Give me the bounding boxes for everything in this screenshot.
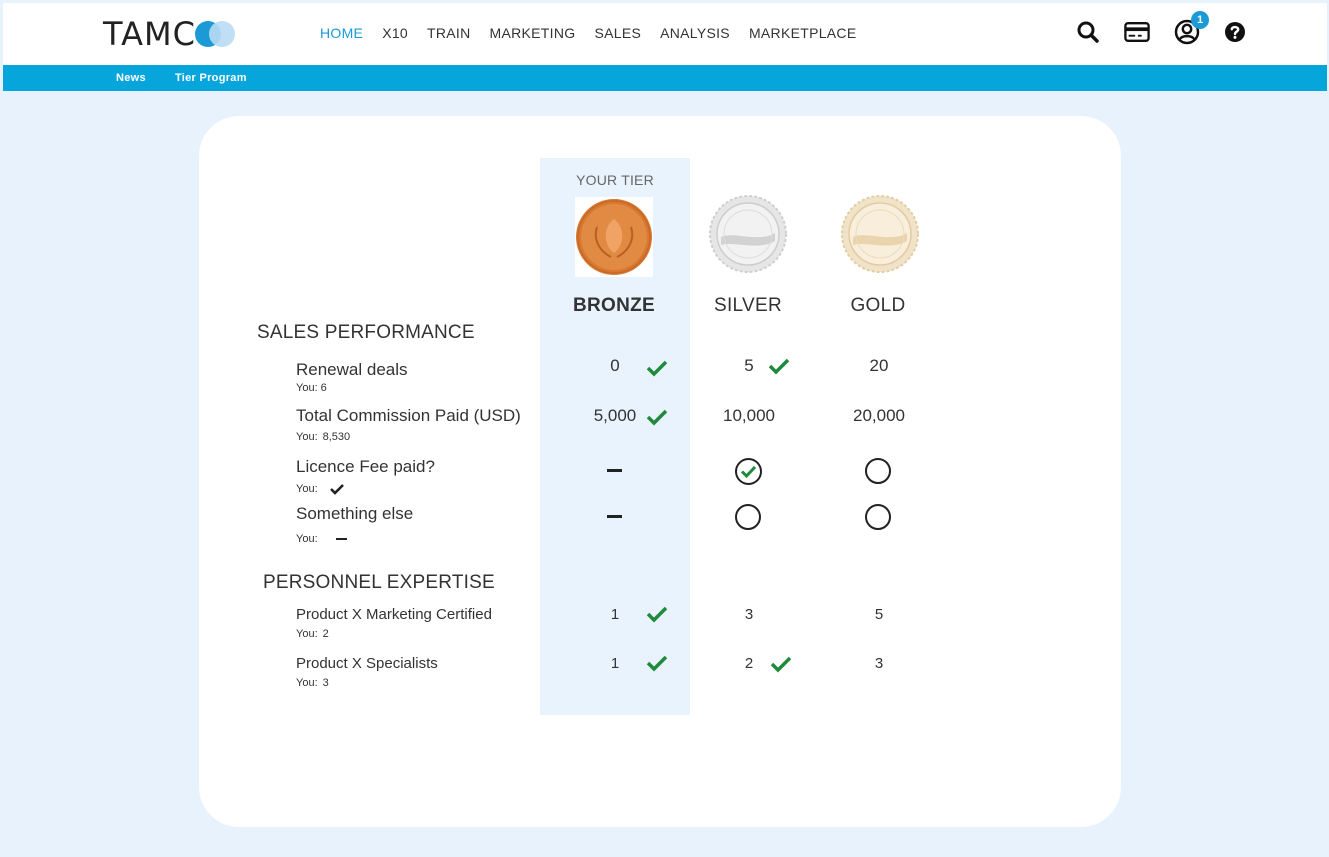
row-label-something-else: Something else [296, 504, 414, 523]
help-icon[interactable] [1222, 19, 1248, 45]
logo-circles-icon [194, 20, 239, 48]
you-value: 2 [322, 628, 329, 640]
check-met-icon [646, 409, 668, 426]
row-label-licence-fee: Licence Fee paid? [296, 457, 435, 476]
tamc-logo[interactable]: TAMC [103, 15, 239, 53]
row-label-specialists: Product X Specialists [296, 655, 438, 672]
you-label: You: [296, 382, 318, 394]
check-met-icon [770, 656, 792, 673]
you-value: 8,530 [322, 431, 351, 443]
notification-badge: 1 [1191, 11, 1209, 29]
row-label-total-commission: Total Commission Paid (USD) [296, 406, 521, 425]
you-value-total-commission: You: 8,530 [296, 431, 350, 443]
sub-navigation-bar: News Tier Program [3, 65, 1327, 91]
cell-commission-silver: 10,000 [723, 406, 775, 425]
cell-specialists-gold: 3 [874, 655, 884, 672]
silver-medal-icon [709, 195, 787, 278]
subnav-news[interactable]: News [116, 72, 146, 84]
you-value-renewal-deals: You: 6 [296, 382, 327, 394]
you-label: You: [296, 483, 318, 495]
check-met-icon [646, 606, 668, 623]
nav-sales[interactable]: SALES [594, 25, 641, 41]
you-value: 3 [322, 677, 329, 689]
nav-marketing[interactable]: MARKETING [490, 25, 576, 41]
user-account-icon[interactable]: 1 [1174, 11, 1209, 45]
top-navigation-bar: TAMC HOME X10 TRAIN MARKETING SALES ANAL… [3, 3, 1327, 65]
nav-x10[interactable]: X10 [382, 25, 408, 41]
you-value-something-else: You: [296, 533, 347, 545]
section-title-sales-performance: SALES PERFORMANCE [257, 322, 475, 343]
you-value: 6 [320, 382, 327, 394]
not-required-dash-icon [607, 515, 622, 518]
nav-train[interactable]: TRAIN [427, 25, 471, 41]
tier-name-silver: SILVER [714, 295, 782, 316]
cell-commission-gold: 20,000 [853, 406, 905, 425]
section-title-personnel-expertise: PERSONNEL EXPERTISE [263, 572, 495, 593]
your-tier-label: YOUR TIER [576, 172, 654, 188]
search-icon[interactable] [1075, 19, 1101, 45]
you-label: You: [296, 533, 318, 545]
bronze-medal-icon [575, 197, 653, 282]
check-met-icon [768, 358, 790, 375]
row-label-renewal-deals: Renewal deals [296, 360, 408, 379]
you-value-licence-fee: You: [296, 483, 344, 495]
subnav-tier-program[interactable]: Tier Program [175, 72, 247, 84]
cell-marketing-silver: 3 [744, 606, 754, 623]
main-navigation: HOME X10 TRAIN MARKETING SALES ANALYSIS … [320, 25, 876, 41]
credit-card-icon[interactable] [1124, 19, 1150, 45]
check-icon [329, 484, 344, 495]
header-icons: 1 [1075, 11, 1248, 45]
circle-checked-icon [735, 458, 762, 485]
cell-marketing-gold: 5 [874, 606, 884, 623]
cell-renewal-gold: 20 [869, 356, 889, 375]
circle-empty-icon [865, 458, 891, 484]
tier-name-bronze: BRONZE [572, 295, 656, 316]
you-value-specialists: You: 3 [296, 677, 329, 689]
check-met-icon [646, 360, 668, 377]
you-value-marketing-certified: You: 2 [296, 628, 329, 640]
gold-medal-icon [841, 195, 919, 278]
check-met-icon [646, 655, 668, 672]
logo-text: TAMC [103, 15, 196, 53]
you-label: You: [296, 431, 318, 443]
nav-analysis[interactable]: ANALYSIS [660, 25, 730, 41]
not-required-dash-icon [607, 469, 622, 472]
circle-empty-icon [865, 504, 891, 530]
you-label: You: [296, 628, 318, 640]
dash-icon [335, 538, 347, 540]
nav-home[interactable]: HOME [320, 25, 363, 41]
nav-marketplace[interactable]: MARKETPLACE [749, 25, 857, 41]
you-label: You: [296, 677, 318, 689]
circle-empty-icon [735, 504, 761, 530]
row-label-marketing-certified: Product X Marketing Certified [296, 606, 492, 623]
tier-name-gold: GOLD [850, 295, 906, 316]
